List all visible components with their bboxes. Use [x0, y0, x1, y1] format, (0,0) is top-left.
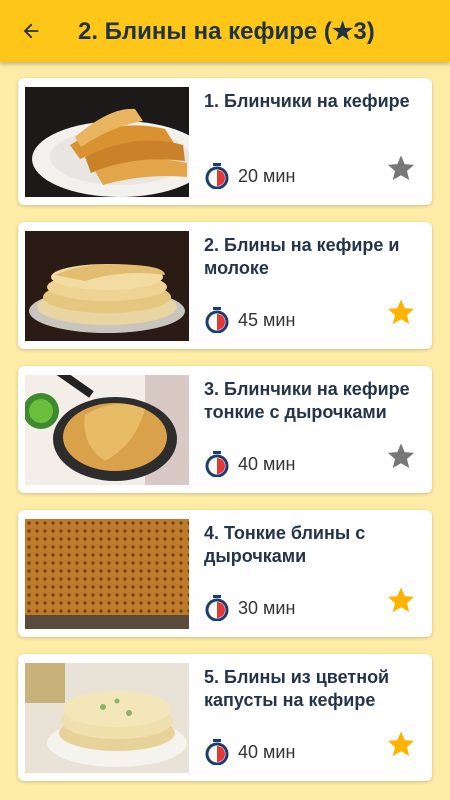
cook-time: 40 мин [204, 451, 295, 477]
favorite-star-icon[interactable] [386, 297, 416, 327]
recipe-title: 2. Блины на кефире и молоке [204, 235, 400, 278]
arrow-left-icon [23, 23, 39, 39]
recipe-image [25, 663, 189, 773]
cook-time: 20 мин [204, 163, 295, 189]
cook-time: 45 мин [204, 307, 295, 333]
recipe-list: 1. Блинчики на кефире 20 мин 2. Блины на… [0, 62, 450, 781]
timer-icon [205, 307, 229, 333]
recipe-card[interactable]: 3. Блинчики на кефире тонкие с дырочками… [18, 366, 432, 493]
recipe-title: 3. Блинчики на кефире тонкие с дырочками [204, 379, 410, 422]
recipe-card[interactable]: 5. Блины из цветной капусты на кефире 40… [18, 654, 432, 781]
cook-time: 40 мин [204, 739, 295, 765]
recipe-title: 1. Блинчики на кефире [204, 91, 410, 111]
timer-icon [205, 595, 229, 621]
timer-icon [205, 451, 229, 477]
recipe-image [25, 375, 189, 485]
cook-time-text: 40 мин [238, 741, 296, 762]
recipe-image [25, 231, 189, 341]
recipe-title: 5. Блины из цветной капусты на кефире [204, 667, 390, 710]
recipe-card[interactable]: 1. Блинчики на кефире 20 мин [18, 78, 432, 205]
cook-time-text: 40 мин [238, 453, 296, 474]
page-title: 2. Блины на кефире (★3) [78, 17, 375, 45]
favorite-star-icon[interactable] [386, 441, 416, 471]
cook-time-text: 20 мин [238, 165, 296, 186]
favorite-star-icon[interactable] [386, 585, 416, 615]
cook-time: 30 мин [204, 595, 295, 621]
timer-icon [205, 739, 229, 765]
recipe-card[interactable]: 2. Блины на кефире и молоке 45 мин [18, 222, 432, 349]
timer-icon [205, 163, 229, 189]
app-bar: 2. Блины на кефире (★3) [0, 0, 450, 62]
recipe-card[interactable]: 4. Тонкие блины с дырочками 30 мин [18, 510, 432, 637]
back-button[interactable] [16, 16, 46, 46]
favorite-star-icon[interactable] [386, 729, 416, 759]
cook-time-text: 45 мин [238, 309, 296, 330]
cook-time-text: 30 мин [238, 597, 296, 618]
recipe-title: 4. Тонкие блины с дырочками [204, 523, 366, 566]
favorite-star-icon[interactable] [386, 153, 416, 183]
recipe-image [25, 519, 189, 629]
recipe-image [25, 87, 189, 197]
